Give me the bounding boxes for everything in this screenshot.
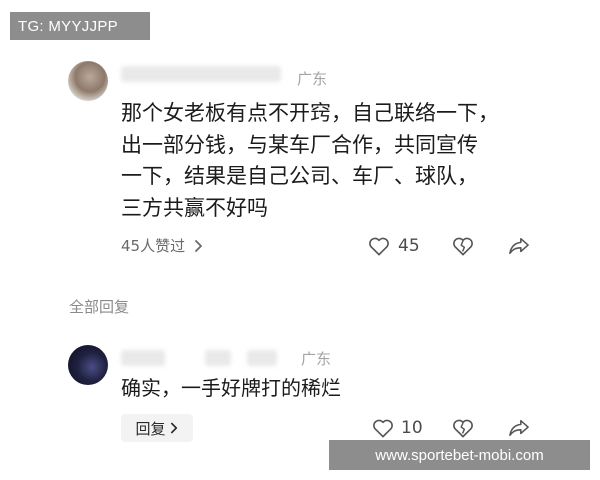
reply-button-label: 回复 <box>135 419 166 438</box>
reply-button[interactable]: 回复 <box>121 414 193 442</box>
comment-line: 那个女老板有点不开窍，自己联络一下， <box>121 101 499 125</box>
replier-name-blurred <box>247 350 277 366</box>
watermark-top: TG: MYYJJPP <box>10 12 150 40</box>
broken-heart-icon[interactable] <box>452 236 474 256</box>
commenter-region: 广东 <box>297 70 328 88</box>
likes-summary-link[interactable]: 45人赞过 <box>121 235 204 256</box>
heart-icon[interactable] <box>372 418 394 438</box>
likes-summary-text: 45人赞过 <box>121 237 186 255</box>
commenter-name-blurred[interactable] <box>121 66 281 82</box>
commenter-avatar[interactable] <box>68 61 108 101</box>
reply-like-count: 10 <box>401 418 423 438</box>
comment-like-count: 45 <box>398 236 420 256</box>
comment-line: 一下，结果是自己公司、车厂、球队， <box>121 164 478 188</box>
share-arrow-icon[interactable] <box>508 236 530 256</box>
comment-line: 出一部分钱，与某车厂合作，共同宣传 <box>121 132 478 157</box>
replier-region: 广东 <box>301 350 332 368</box>
comment-text: 那个女老板有点不开窍，自己联络一下， 出一部分钱，与某车厂合作，共同宣传 一下，… <box>121 98 541 224</box>
broken-heart-icon[interactable] <box>452 418 474 438</box>
replier-name-blurred[interactable] <box>121 350 165 366</box>
comment-line: 三方共赢不好吗 <box>121 195 268 220</box>
watermark-bottom: www.sportebet-mobi.com <box>329 440 590 470</box>
chevron-right-icon <box>170 422 177 434</box>
heart-icon[interactable] <box>368 236 390 256</box>
replier-avatar[interactable] <box>68 345 108 385</box>
share-arrow-icon[interactable] <box>508 418 530 438</box>
all-replies-label: 全部回复 <box>69 298 130 316</box>
replier-name-blurred <box>205 350 231 366</box>
reply-text: 确实，一手好牌打的稀烂 <box>121 376 341 400</box>
chevron-right-icon <box>194 240 202 252</box>
